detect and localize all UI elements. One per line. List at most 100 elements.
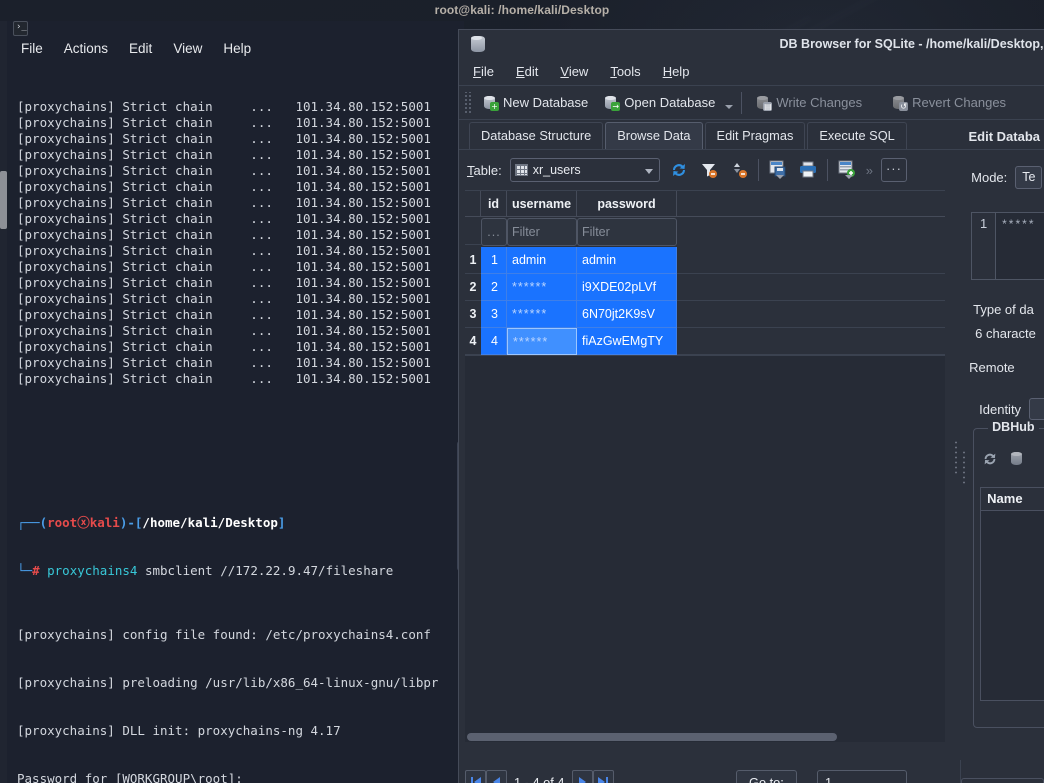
cell-username-selected[interactable]: ****** <box>507 328 577 355</box>
grid-corner-cell[interactable] <box>465 191 481 217</box>
filter-id[interactable]: ... <box>481 218 507 246</box>
refresh-icon[interactable] <box>668 158 690 182</box>
more-options-button[interactable]: ··· <box>880 158 907 182</box>
db-browser-toolbar[interactable]: + New Database → Open Database ▤ Write C… <box>459 86 1044 120</box>
dbhub-toolbar[interactable] <box>982 451 1025 467</box>
table-select[interactable]: xr_users <box>509 158 660 182</box>
record-navigation[interactable]: 1 - 4 of 4 <box>465 770 614 783</box>
grid-filter-row[interactable]: ... Filter Filter <box>465 217 945 247</box>
terminal-proxychains-line: [proxychains] Strict chain ... 101.34.80… <box>17 195 464 210</box>
go-previous-icon[interactable] <box>486 770 507 783</box>
go-first-icon[interactable] <box>465 770 486 783</box>
table-selector-bar[interactable]: Table: xr_users » ··· <box>459 150 951 190</box>
cell-editor-value[interactable]: ***** <box>996 213 1044 279</box>
write-changes-button[interactable]: ▤ Write Changes <box>748 93 870 112</box>
terminal-menu-actions[interactable]: Actions <box>64 41 108 56</box>
cell-username[interactable]: admin <box>507 247 577 274</box>
db-browser-window[interactable]: DB Browser for SQLite - /home/kali/Deskt… <box>458 29 1044 783</box>
db-menu-help[interactable]: Help <box>663 64 690 79</box>
new-database-button[interactable]: + New Database <box>475 93 596 112</box>
open-database-dropdown-icon[interactable] <box>723 92 735 114</box>
print-icon[interactable] <box>797 158 819 182</box>
clear-filter-icon[interactable] <box>698 158 720 182</box>
open-database-button[interactable]: → Open Database <box>596 93 723 112</box>
tab-browse-data[interactable]: Browse Data <box>605 122 703 149</box>
db-menu-tools[interactable]: Tools <box>610 64 640 79</box>
column-header-password[interactable]: password <box>577 191 677 217</box>
insert-record-icon[interactable] <box>836 158 858 182</box>
row-number[interactable]: 4 <box>465 328 481 355</box>
cell-password[interactable]: admin <box>577 247 677 274</box>
cell-id[interactable]: 3 <box>481 301 507 328</box>
tab-database-structure[interactable]: Database Structure <box>469 122 604 149</box>
db-browser-menubar[interactable]: File Edit View Tools Help <box>459 58 1044 86</box>
db-browser-tabs[interactable]: Database Structure Browse Data Edit Prag… <box>459 120 1044 150</box>
terminal-menu-file[interactable]: File <box>21 41 43 56</box>
go-next-icon[interactable] <box>571 770 593 783</box>
insert-record-dropdown-icon[interactable] <box>843 162 855 184</box>
go-to-input[interactable]: 1 <box>817 770 907 783</box>
grid-horizontal-scrollbar[interactable] <box>465 731 945 742</box>
edit-database-cell-panel[interactable]: Mode: Te 1 ***** Type of da 6 characte R… <box>961 150 1044 760</box>
table-row[interactable]: 2 2 ****** i9XDE02pLVf <box>465 274 945 301</box>
terminal-output[interactable]: [proxychains] Strict chain ... 101.34.80… <box>7 61 464 783</box>
revert-changes-button[interactable]: ↺ Revert Changes <box>884 93 1014 112</box>
filter-username[interactable]: Filter <box>507 218 577 246</box>
cell-password[interactable]: 6N70jt2K9sV <box>577 301 677 328</box>
save-results-icon[interactable] <box>767 158 789 182</box>
grid-empty-area[interactable] <box>465 355 945 733</box>
filter-password[interactable]: Filter <box>577 218 677 246</box>
terminal-window[interactable]: File Actions Edit View Help [proxychains… <box>7 21 464 783</box>
type-of-data-label: Type of da <box>973 302 1034 317</box>
tab-execute-sql[interactable]: Execute SQL <box>807 122 907 149</box>
tab-edit-pragmas[interactable]: Edit Pragmas <box>704 122 806 149</box>
cell-id[interactable]: 4 <box>481 328 507 355</box>
dbhub-list[interactable] <box>980 511 1044 701</box>
terminal-scrollbar-thumb-left[interactable] <box>0 171 7 229</box>
refresh-icon[interactable] <box>982 451 998 467</box>
database-icon[interactable] <box>1010 451 1025 466</box>
grid-header-filler <box>677 191 945 217</box>
terminal-menubar[interactable]: File Actions Edit View Help <box>7 36 464 61</box>
cell-id[interactable]: 2 <box>481 274 507 301</box>
cell-username[interactable]: ****** <box>507 301 577 328</box>
table-row[interactable]: 3 3 ****** 6N70jt2K9sV <box>465 301 945 328</box>
table-row[interactable]: 1 1 admin admin <box>465 247 945 274</box>
terminal-menu-view[interactable]: View <box>173 41 202 56</box>
db-menu-view[interactable]: View <box>560 64 588 79</box>
identity-select[interactable] <box>1029 398 1044 420</box>
cell-password[interactable]: i9XDE02pLVf <box>577 274 677 301</box>
row-number[interactable]: 3 <box>465 301 481 328</box>
desktop-left-panel[interactable] <box>0 21 7 783</box>
toolbar-grip[interactable] <box>463 91 472 114</box>
terminal-menu-edit[interactable]: Edit <box>129 41 152 56</box>
cell-password[interactable]: fiAzGwEMgTY <box>577 328 677 355</box>
column-header-username[interactable]: username <box>507 191 577 217</box>
go-last-icon[interactable] <box>592 770 614 783</box>
dock-grip[interactable] <box>962 450 967 484</box>
dbhub-column-header-name[interactable]: Name <box>980 487 1044 511</box>
cell-id[interactable]: 1 <box>481 247 507 274</box>
row-number[interactable]: 1 <box>465 247 481 274</box>
cell-editor[interactable]: 1 ***** <box>971 212 1044 280</box>
pane-splitter[interactable] <box>951 150 962 760</box>
terminal-proxychains-line: [proxychains] Strict chain ... 101.34.80… <box>17 163 464 178</box>
data-grid[interactable]: id username password ... Filter Filter 1 <box>465 190 945 355</box>
chevron-down-icon[interactable] <box>644 169 653 174</box>
clear-sort-icon[interactable] <box>728 158 750 182</box>
column-header-id[interactable]: id <box>481 191 507 217</box>
grid-hscroll-thumb[interactable] <box>467 733 837 741</box>
save-results-dropdown-icon[interactable] <box>774 162 786 184</box>
grid-row-filler <box>677 274 945 301</box>
row-number[interactable]: 2 <box>465 274 481 301</box>
cell-username[interactable]: ****** <box>507 274 577 301</box>
terminal-menu-help[interactable]: Help <box>223 41 251 56</box>
chevron-double-right-icon[interactable]: » <box>866 163 873 178</box>
go-to-button[interactable]: Go to: <box>736 770 797 783</box>
sql-log-tab[interactable]: SQL Log <box>960 778 1044 783</box>
db-menu-file[interactable]: File <box>473 64 494 79</box>
db-menu-edit[interactable]: Edit <box>516 64 538 79</box>
mode-select[interactable]: Te <box>1015 166 1043 189</box>
table-row[interactable]: 4 4 ****** fiAzGwEMgTY <box>465 328 945 355</box>
splitter-grip[interactable] <box>954 440 959 474</box>
